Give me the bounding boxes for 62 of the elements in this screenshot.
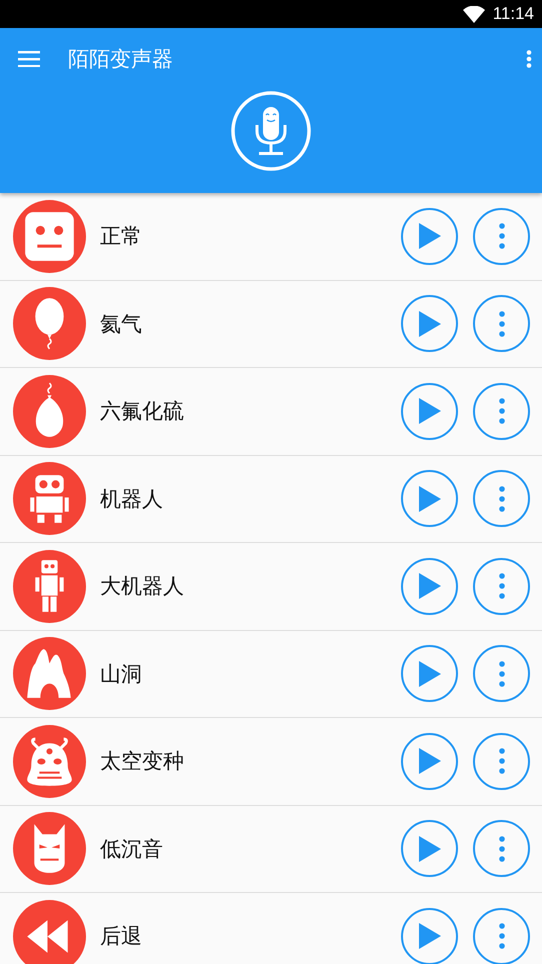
more-icon xyxy=(498,836,504,862)
menu-icon xyxy=(18,51,40,67)
play-button[interactable] xyxy=(401,295,458,352)
more-options-button[interactable] xyxy=(473,470,530,528)
more-icon xyxy=(498,573,504,600)
more-icon xyxy=(498,660,504,687)
play-icon xyxy=(418,398,440,424)
play-button[interactable] xyxy=(401,558,458,615)
more-options-button[interactable] xyxy=(473,908,530,964)
more-options-button[interactable] xyxy=(473,558,530,615)
play-button[interactable] xyxy=(401,908,458,964)
wifi-icon xyxy=(462,6,485,22)
more-icon xyxy=(526,50,532,68)
play-icon xyxy=(418,486,440,512)
play-icon xyxy=(418,223,440,250)
play-button[interactable] xyxy=(401,382,458,440)
effect-name: 大机器人 xyxy=(100,573,185,600)
effect-name: 太空变种 xyxy=(100,748,185,776)
play-icon xyxy=(418,573,440,600)
alien-icon xyxy=(13,724,86,798)
play-button[interactable] xyxy=(401,732,458,790)
mask-icon xyxy=(13,812,86,886)
more-icon xyxy=(498,310,504,337)
effect-name: 六氟化硫 xyxy=(100,398,185,426)
effect-name: 机器人 xyxy=(100,486,164,513)
play-icon xyxy=(418,923,440,950)
more-options-button[interactable] xyxy=(473,295,530,352)
play-button[interactable] xyxy=(401,208,458,265)
more-options-button[interactable] xyxy=(473,820,530,878)
menu-button[interactable] xyxy=(18,51,40,67)
robot-face-icon xyxy=(13,200,86,273)
robot-icon xyxy=(13,462,86,536)
more-icon xyxy=(498,923,504,950)
effect-name: 正常 xyxy=(100,223,143,250)
microphone-icon xyxy=(230,90,312,172)
robot-icon xyxy=(13,550,86,623)
play-icon xyxy=(418,660,440,687)
more-icon xyxy=(498,748,504,774)
play-icon xyxy=(418,748,440,774)
effect-name: 山洞 xyxy=(100,660,143,688)
effect-name: 低沉音 xyxy=(100,836,164,863)
play-button[interactable] xyxy=(401,820,458,878)
play-icon xyxy=(418,836,440,862)
balloon-icon xyxy=(13,287,86,360)
more-icon xyxy=(498,223,504,250)
cave-icon xyxy=(13,637,86,710)
balloon-icon xyxy=(13,374,86,448)
app-title: 陌陌变声器 xyxy=(68,46,174,73)
more-options-button[interactable] xyxy=(473,732,530,790)
play-icon xyxy=(418,310,440,337)
clock: 11:14 xyxy=(492,4,534,24)
more-options-button[interactable] xyxy=(473,382,530,440)
record-button[interactable] xyxy=(230,90,312,172)
more-options-button[interactable] xyxy=(473,208,530,265)
more-options-button[interactable] xyxy=(473,645,530,702)
effect-name: 后退 xyxy=(100,923,143,950)
more-icon xyxy=(498,486,504,512)
effect-name: 氦气 xyxy=(100,310,143,338)
more-icon xyxy=(498,398,504,424)
more-options-button[interactable] xyxy=(526,50,532,68)
play-button[interactable] xyxy=(401,645,458,702)
play-button[interactable] xyxy=(401,470,458,528)
